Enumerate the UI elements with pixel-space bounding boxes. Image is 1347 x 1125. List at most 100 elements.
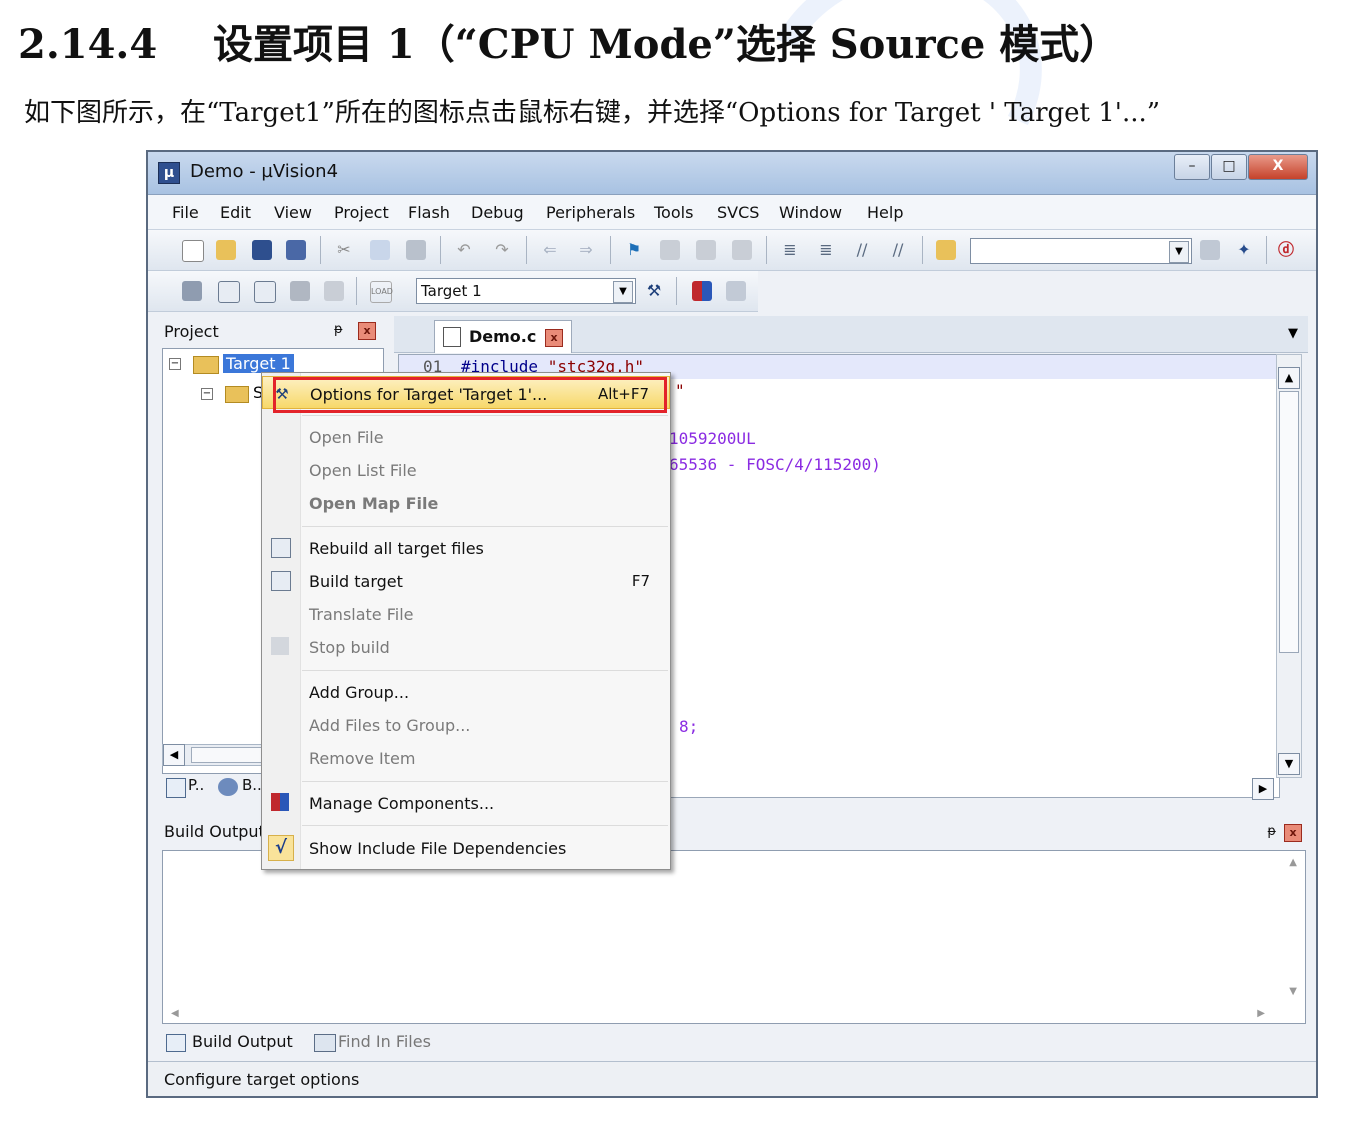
tab-books[interactable]: B.. [242,776,262,794]
menu-item-open-file[interactable]: Open File [262,420,670,453]
save-all-icon[interactable] [286,240,306,260]
nav-forward-icon[interactable]: ⇒ [576,240,596,260]
menu-window[interactable]: Window [779,203,842,222]
debug-start-icon[interactable]: ⓓ [1276,240,1296,260]
section-heading: 2.14.4 设置项目 1（“CPU Mode”选择 Source 模式） [18,12,1119,70]
chevron-down-icon[interactable]: ▼ [1169,241,1189,263]
menu-item-remove-item[interactable]: Remove Item [262,741,670,774]
toolbar-separator [922,236,923,264]
scroll-left-icon[interactable]: ◀ [171,1008,179,1019]
menu-item-open-list-file[interactable]: Open List File [262,453,670,486]
menu-flash[interactable]: Flash [408,203,450,222]
nav-back-icon[interactable]: ⇐ [540,240,560,260]
tab-demo-c[interactable]: Demo.c x [434,320,572,353]
stop-build-icon[interactable] [324,281,344,301]
build-icon[interactable] [218,281,240,303]
menu-peripherals[interactable]: Peripherals [546,203,635,222]
section-title: 设置项目 1（“CPU Mode”选择 Source 模式） [213,21,1120,68]
title-bar[interactable]: µ Demo - µVision4 – □ X [148,152,1316,195]
copy-icon[interactable] [370,240,390,260]
collapse-icon[interactable]: − [169,358,181,370]
menu-project[interactable]: Project [334,203,389,222]
redo-icon[interactable]: ↷ [492,240,512,260]
minimize-button[interactable]: – [1174,154,1210,180]
menu-item-rebuild-all[interactable]: Rebuild all target files [262,531,670,564]
menu-item-open-map-file[interactable]: Open Map File [262,486,670,519]
bookmark-next-icon[interactable] [696,240,716,260]
target-select[interactable]: Target 1 ▼ [416,278,636,304]
bookmark-flag-icon[interactable]: ⚑ [624,240,644,260]
menu-item-manage-components[interactable]: Manage Components... [262,786,670,819]
menu-item-stop-build[interactable]: Stop build [262,630,670,663]
tree-target-node[interactable]: Target 1 [223,354,294,373]
undo-icon[interactable]: ↶ [454,240,474,260]
close-button[interactable]: X [1248,154,1308,180]
menu-view[interactable]: View [274,203,312,222]
scroll-right-icon[interactable]: ▶ [1257,1008,1265,1019]
scroll-up-icon[interactable]: ▲ [1278,367,1300,389]
menu-debug[interactable]: Debug [471,203,524,222]
menu-separator [302,670,668,671]
chevron-down-icon[interactable]: ▼ [613,281,633,303]
scroll-right-icon[interactable]: ▶ [1252,778,1274,800]
open-folder-icon[interactable] [216,240,236,260]
menu-tools[interactable]: Tools [654,203,693,222]
tab-build-output[interactable]: Build Output [192,1032,293,1051]
close-pane-icon[interactable]: x [1284,824,1302,842]
checkmark-icon: √ [268,835,294,861]
select-packs-icon[interactable] [726,281,746,301]
uncomment-icon[interactable]: // [888,240,908,260]
build-output-area[interactable]: ▲ ▼ ◀ ▶ [162,850,1306,1024]
close-tab-icon[interactable]: x [545,329,563,347]
scroll-down-icon[interactable]: ▼ [1278,753,1300,775]
collapse-icon[interactable]: − [201,388,213,400]
menu-item-translate-file[interactable]: Translate File [262,597,670,630]
find-in-files-icon[interactable] [936,240,956,260]
save-icon[interactable] [252,240,272,260]
comment-icon[interactable]: // [852,240,872,260]
paste-icon[interactable] [406,240,426,260]
configure-icon[interactable]: ✦ [1234,240,1254,260]
scroll-thumb[interactable] [191,747,263,763]
maximize-button[interactable]: □ [1211,154,1247,180]
download-icon[interactable]: LOAD [370,281,393,303]
manage-components-icon[interactable] [692,281,712,301]
unindent-icon[interactable]: ≣ [816,240,836,260]
bookmark-clear-icon[interactable] [732,240,752,260]
find-combo[interactable]: ▼ [970,238,1192,264]
rebuild-icon[interactable] [254,281,276,303]
menu-edit[interactable]: Edit [220,203,251,222]
scroll-left-icon[interactable]: ◀ [163,744,185,766]
pin-icon[interactable]: ᵽ [334,322,343,337]
incremental-find-icon[interactable] [1200,240,1220,260]
build-toolbar: LOAD Target 1 ▼ ⚒ [148,271,758,312]
intro-paragraph: 如下图所示，在“Target1”所在的图标点击鼠标右键，并选择“Options … [24,98,1161,128]
translate-icon[interactable] [182,281,202,301]
tab-find-in-files[interactable]: Find In Files [338,1032,431,1051]
menu-item-add-files[interactable]: Add Files to Group... [262,708,670,741]
menu-item-add-group[interactable]: Add Group... [262,675,670,708]
tab-list-chevron-icon[interactable]: ▼ [1288,326,1298,341]
tab-project[interactable]: P.. [188,776,204,794]
code-line-3: 1059200UL [669,429,756,448]
scroll-up-icon[interactable]: ▲ [1289,857,1297,868]
batch-build-icon[interactable] [290,281,310,301]
indent-icon[interactable]: ≣ [780,240,800,260]
new-file-icon[interactable] [182,240,204,262]
menu-svcs[interactable]: SVCS [717,203,759,222]
close-pane-icon[interactable]: x [358,322,376,340]
menu-item-build-target[interactable]: Build target F7 [262,564,670,597]
menu-help[interactable]: Help [867,203,903,222]
editor-vscroll[interactable]: ▲ ▼ [1276,354,1302,778]
target-options-icon[interactable]: ⚒ [644,281,664,301]
menu-file[interactable]: File [172,203,199,222]
scroll-thumb[interactable] [1279,391,1299,653]
cut-icon[interactable]: ✂ [334,240,354,260]
bookmark-prev-icon[interactable] [660,240,680,260]
menu-item-show-include-deps[interactable]: √ Show Include File Dependencies [262,831,670,864]
file-toolbar: ✂ ↶ ↷ ⇐ ⇒ ⚑ ≣ ≣ // // ▼ ✦ ⓓ [148,230,1316,271]
pin-icon[interactable]: ᵽ [1267,824,1276,839]
menu-separator [302,526,668,527]
status-text: Configure target options [164,1070,360,1089]
scroll-down-icon[interactable]: ▼ [1289,986,1297,997]
